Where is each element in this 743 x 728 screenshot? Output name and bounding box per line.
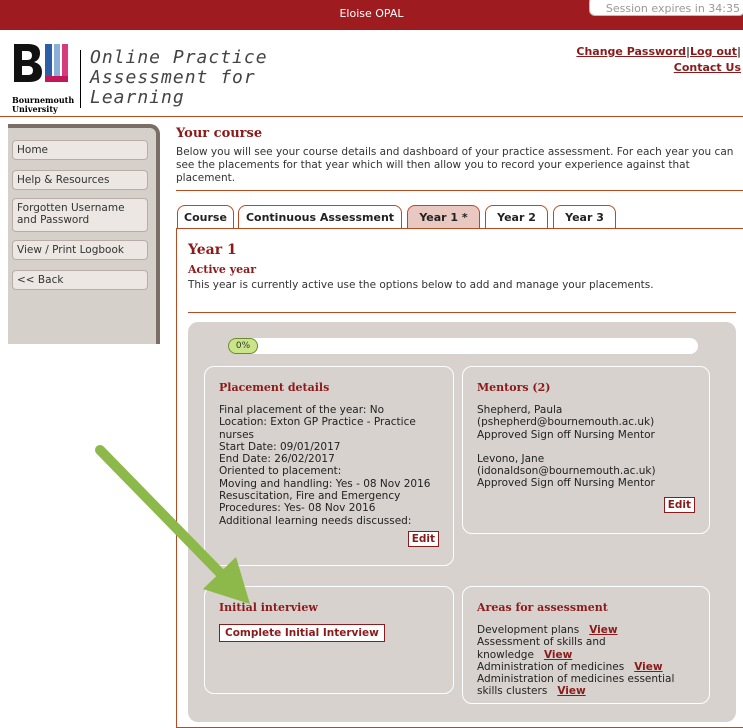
areas-assessment-title: Areas for assessment — [477, 601, 608, 614]
contact-us-link[interactable]: Contact Us — [674, 61, 741, 74]
mentors-body: Shepherd, Paula (pshepherd@bournemouth.a… — [477, 404, 695, 490]
initial-interview-card: Initial interview Complete Initial Inter… — [204, 586, 454, 694]
initial-interview-title: Initial interview — [219, 601, 318, 614]
view-skills-knowledge-link[interactable]: View — [544, 649, 572, 661]
mentor-email: (pshepherd@bournemouth.ac.uk) — [477, 416, 655, 429]
app-title-line-1: Online Practice — [90, 47, 268, 68]
assessment-area-item: Development plans View — [477, 624, 687, 636]
view-medicines-skills-clusters-link[interactable]: View — [557, 685, 585, 697]
placement-line: Moving and handling: Yes - 08 Nov 2016 — [219, 477, 431, 490]
sidebar-item-help[interactable]: Help & Resources — [12, 170, 148, 190]
change-password-link[interactable]: Change Password — [576, 45, 686, 58]
complete-initial-interview-button[interactable]: Complete Initial Interview — [219, 624, 385, 642]
placement-line: End Date: 26/02/2017 — [219, 453, 335, 466]
logout-link[interactable]: Log out — [690, 45, 737, 58]
view-development-plans-link[interactable]: View — [589, 624, 617, 636]
mentor-name: Shepherd, Paula — [477, 404, 563, 416]
assessment-area-item: Assessment of skills and knowledge View — [477, 636, 617, 661]
mentor-entry: Levono, Jane (idonaldson@bournemouth.ac.… — [477, 453, 695, 490]
year-description: This year is currently active use the op… — [188, 279, 654, 291]
progress-fill: 0% — [228, 338, 258, 354]
mentor-name: Levono, Jane — [477, 452, 545, 465]
year-title: Year 1 — [188, 242, 237, 258]
view-administration-medicines-link[interactable]: View — [634, 661, 662, 673]
progress-bar: 0% — [228, 338, 698, 354]
edit-mentors-button[interactable]: Edit — [663, 497, 695, 513]
bu-logo-icon — [14, 44, 68, 82]
placement-line: Final placement of the year: No — [219, 404, 385, 416]
university-logo: Bournemouth University — [12, 42, 76, 114]
areas-assessment-list: Development plans View Assessment of ski… — [477, 624, 695, 698]
placement-details-title: Placement details — [219, 381, 330, 394]
mentor-entry: Shepherd, Paula (pshepherd@bournemouth.a… — [477, 404, 695, 441]
mentor-role: Approved Sign off Nursing Mentor — [477, 428, 655, 441]
top-links: Change Password|Log out| Contact Us — [576, 44, 741, 76]
sidebar-item-home[interactable]: Home — [12, 140, 148, 160]
section-rule — [176, 190, 743, 191]
logo-line-2: University — [12, 104, 58, 114]
assessment-area-label: Assessment of skills and knowledge — [477, 636, 606, 661]
tab-year-1[interactable]: Year 1 * — [407, 205, 480, 229]
placement-line: Additional learning needs discussed: — [219, 514, 412, 527]
placement-details-body: Final placement of the year: No Location… — [219, 404, 439, 527]
sidebar: Home Help & Resources Forgotten Username… — [8, 124, 160, 344]
placement-line: Start Date: 09/01/2017 — [219, 440, 341, 453]
placement-details-card: Placement details Final placement of the… — [204, 366, 454, 566]
assessment-area-item: Administration of medicines essential sk… — [477, 673, 687, 698]
app-title: Online Practice Assessment for Learning — [90, 48, 268, 108]
app-title-line-2: Assessment for — [90, 67, 256, 88]
year-status: Active year — [188, 263, 257, 276]
placement-line: Oriented to placement: — [219, 465, 342, 478]
link-separator: | — [736, 45, 741, 58]
mentor-role: Approved Sign off Nursing Mentor — [477, 477, 655, 490]
assessment-area-label: Administration of medicines — [477, 660, 625, 673]
areas-assessment-card: Areas for assessment Development plans V… — [462, 586, 710, 704]
app-title-line-3: Learning — [90, 87, 185, 108]
mentors-title: Mentors (2) — [477, 381, 551, 394]
sidebar-item-back[interactable]: << Back — [12, 270, 148, 290]
session-timer: Session expires in 34:35 — [589, 0, 743, 16]
inner-rule — [188, 312, 736, 313]
tab-continuous-assessment[interactable]: Continuous Assessment — [238, 205, 402, 229]
page-title: Your course — [176, 126, 263, 141]
assessment-area-item: Administration of medicines View — [477, 661, 687, 673]
edit-placement-button[interactable]: Edit — [407, 531, 439, 547]
logo-divider — [80, 50, 81, 108]
mentors-card: Mentors (2) Shepherd, Paula (pshepherd@b… — [462, 366, 710, 534]
logo-university-text: Bournemouth University — [12, 96, 74, 114]
tab-year-3[interactable]: Year 3 — [553, 205, 616, 229]
tab-course[interactable]: Course — [177, 205, 234, 229]
sidebar-item-logbook[interactable]: View / Print Logbook — [12, 240, 148, 260]
header-rule — [0, 116, 743, 117]
mentor-email: (idonaldson@bournemouth.ac.uk) — [477, 465, 656, 478]
assessment-area-label: Development plans — [477, 624, 580, 636]
sidebar-item-forgotten-credentials[interactable]: Forgotten Username and Password — [12, 198, 148, 232]
tab-year-2[interactable]: Year 2 — [485, 205, 548, 229]
top-bar: Eloise OPAL Session expires in 34:35 — [0, 0, 743, 30]
placement-line: Resuscitation, Fire and Emergency Proced… — [219, 490, 401, 515]
placement-line: Location: Exton GP Practice - Practice n… — [219, 416, 416, 441]
course-intro: Below you will see your course details a… — [176, 146, 734, 184]
